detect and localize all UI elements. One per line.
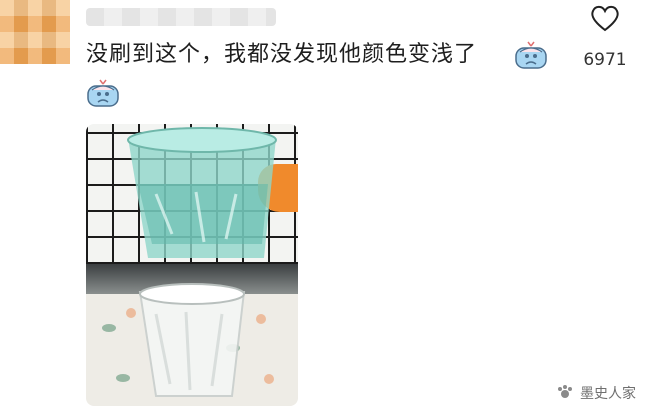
- like-block[interactable]: 6971: [570, 4, 640, 70]
- photo-lower-clear-glass: [86, 264, 298, 406]
- photo-upper-green-glass: [86, 124, 298, 264]
- heart-outline-icon[interactable]: [570, 4, 640, 36]
- avatar[interactable]: [0, 0, 70, 64]
- crying-face-emoji-icon: [514, 40, 548, 74]
- like-count: 6971: [583, 50, 627, 70]
- watermark: 墨史人家: [557, 383, 636, 404]
- username-blurred: [86, 8, 276, 26]
- paw-icon: [557, 384, 573, 404]
- crying-face-emoji-icon: [86, 78, 120, 112]
- watermark-text: 墨史人家: [580, 386, 636, 402]
- comment-text: 没刷到这个，我都没发现他颜色变浅了: [86, 42, 478, 67]
- comment-photo[interactable]: [86, 124, 298, 406]
